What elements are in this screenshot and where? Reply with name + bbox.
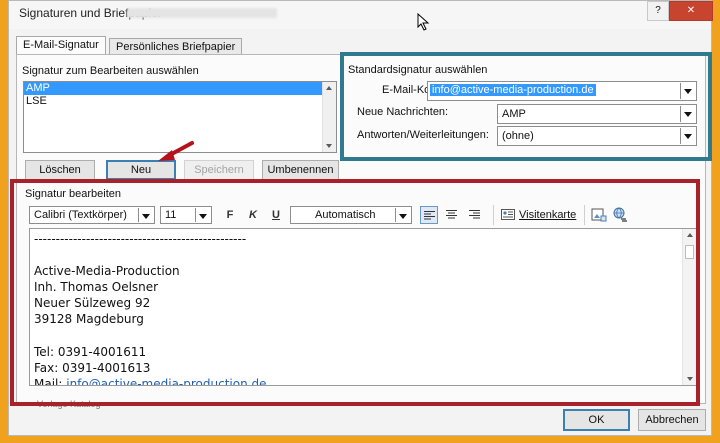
rename-button[interactable]: Umbenennen xyxy=(262,160,339,180)
mouse-cursor-icon xyxy=(417,13,430,31)
list-item[interactable]: LSE xyxy=(24,95,336,108)
blurred-title-text xyxy=(127,8,277,18)
scroll-up-icon[interactable] xyxy=(326,86,332,90)
select-signature-label: Signatur zum Bearbeiten auswählen xyxy=(22,65,199,77)
signature-editor-highlight xyxy=(10,179,700,406)
signature-list-scrollbar[interactable] xyxy=(322,82,336,152)
delete-button[interactable]: Löschen xyxy=(25,160,95,180)
close-button[interactable]: ✕ xyxy=(669,1,713,21)
default-signature-highlight xyxy=(340,52,712,161)
list-item[interactable]: AMP xyxy=(24,82,336,95)
scroll-down-icon[interactable] xyxy=(326,144,332,148)
cancel-button[interactable]: Abbrechen xyxy=(638,409,706,431)
ok-button[interactable]: OK xyxy=(563,409,630,431)
tab-email-signature[interactable]: E-Mail-Signatur xyxy=(16,36,106,56)
save-button[interactable]: Speichern xyxy=(184,160,254,180)
title-bar: Signaturen und Briefpapier ? ✕ xyxy=(9,1,713,29)
help-button[interactable]: ? xyxy=(647,1,669,21)
red-arrow-icon xyxy=(158,141,194,161)
